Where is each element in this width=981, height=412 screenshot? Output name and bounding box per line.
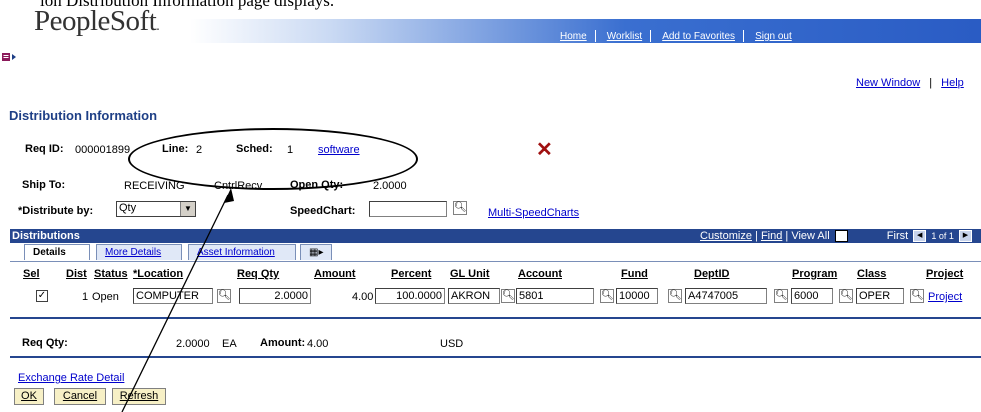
view-all-link[interactable]: View All [791, 230, 829, 242]
speedchart-lookup-icon[interactable]: 🔍︎ [453, 201, 467, 215]
nav-worklist-link[interactable]: Worklist [607, 31, 642, 42]
cancel-button[interactable]: Cancel [54, 388, 106, 405]
account-input[interactable] [516, 288, 594, 304]
account-lookup-icon[interactable]: 🔍︎ [600, 289, 614, 303]
req-id-label: Req ID: [25, 143, 64, 155]
delete-icon[interactable]: ✕ [536, 137, 553, 162]
total-amount-label: Amount: [260, 337, 306, 349]
project-link[interactable]: Project [928, 291, 962, 303]
help-link[interactable]: Help [941, 77, 964, 89]
total-req-qty-label: Req Qty: [22, 337, 68, 349]
distribute-by-label: *Distribute by: [18, 205, 94, 217]
col-class[interactable]: Class [857, 268, 886, 280]
col-percent[interactable]: Percent [391, 268, 431, 280]
deptid-input[interactable] [685, 288, 767, 304]
open-qty-label: Open Qty: [290, 179, 344, 191]
fund-input[interactable] [616, 288, 658, 304]
gl-unit-lookup-icon[interactable]: 🔍︎ [501, 289, 515, 303]
speedchart-label: SpeedChart: [290, 205, 356, 217]
utility-links: New Window | Help [856, 77, 964, 89]
col-fund[interactable]: Fund [621, 268, 648, 280]
prev-page-icon[interactable]: ◀ [913, 230, 927, 243]
find-link[interactable]: Find [761, 230, 782, 242]
col-account[interactable]: Account [518, 268, 562, 280]
total-amount-value: 4.00 [307, 338, 329, 350]
grid-title: Distributions [12, 230, 80, 242]
ship-to-label: Ship To: [22, 179, 66, 191]
col-project[interactable]: Project [926, 268, 963, 280]
grid-controls: Customize | Find | View All First ◀ 1 of… [700, 229, 972, 243]
cell-amount: 4.00 [352, 291, 374, 303]
cell-dist: 1 [82, 291, 89, 303]
tab-details[interactable]: Details [24, 244, 90, 260]
menu-toggle-icon[interactable] [2, 52, 18, 65]
col-program[interactable]: Program [792, 268, 837, 280]
class-lookup-icon[interactable]: 🔍︎ [910, 289, 924, 303]
col-dist[interactable]: Dist [66, 268, 87, 280]
new-window-link[interactable]: New Window [856, 77, 920, 89]
open-qty-value: 2.0000 [373, 180, 407, 192]
col-deptid[interactable]: DeptID [694, 268, 729, 280]
total-currency: USD [440, 338, 464, 350]
customize-link[interactable]: Customize [700, 230, 752, 242]
row-select-checkbox[interactable]: ✓ [36, 290, 48, 302]
class-input[interactable] [856, 288, 904, 304]
multi-speedcharts-link[interactable]: Multi-SpeedCharts [488, 207, 579, 219]
nav-signout-link[interactable]: Sign out [755, 31, 792, 42]
percent-input[interactable] [375, 288, 445, 304]
col-sel: Sel [23, 268, 40, 280]
speedchart-input[interactable] [369, 201, 447, 217]
download-grid-icon[interactable] [834, 230, 848, 243]
annotation-arrow [121, 188, 234, 412]
deptid-lookup-icon[interactable]: 🔍︎ [774, 289, 788, 303]
next-page-icon[interactable]: ▶ [958, 230, 972, 243]
show-all-columns-icon[interactable]: ▦▸ [300, 244, 332, 260]
program-input[interactable] [791, 288, 833, 304]
col-gl-unit[interactable]: GL Unit [450, 268, 490, 280]
pager-count: 1 of 1 [931, 231, 954, 241]
ok-button[interactable]: OK [14, 388, 44, 405]
fund-lookup-icon[interactable]: 🔍︎ [668, 289, 682, 303]
program-lookup-icon[interactable]: 🔍︎ [839, 289, 853, 303]
peoplesoft-logo: PeopleSoft. [34, 5, 160, 37]
req-id-value: 000001899 [75, 144, 131, 156]
nav-home-link[interactable]: Home [560, 31, 587, 42]
header-nav: Home Worklist Add to Favorites Sign out [560, 30, 792, 44]
pager-first[interactable]: First [887, 230, 908, 242]
nav-add-favorites-link[interactable]: Add to Favorites [662, 31, 735, 42]
gl-unit-input[interactable] [448, 288, 500, 304]
page-title: Distribution Information [9, 108, 158, 123]
col-amount[interactable]: Amount [314, 268, 356, 280]
